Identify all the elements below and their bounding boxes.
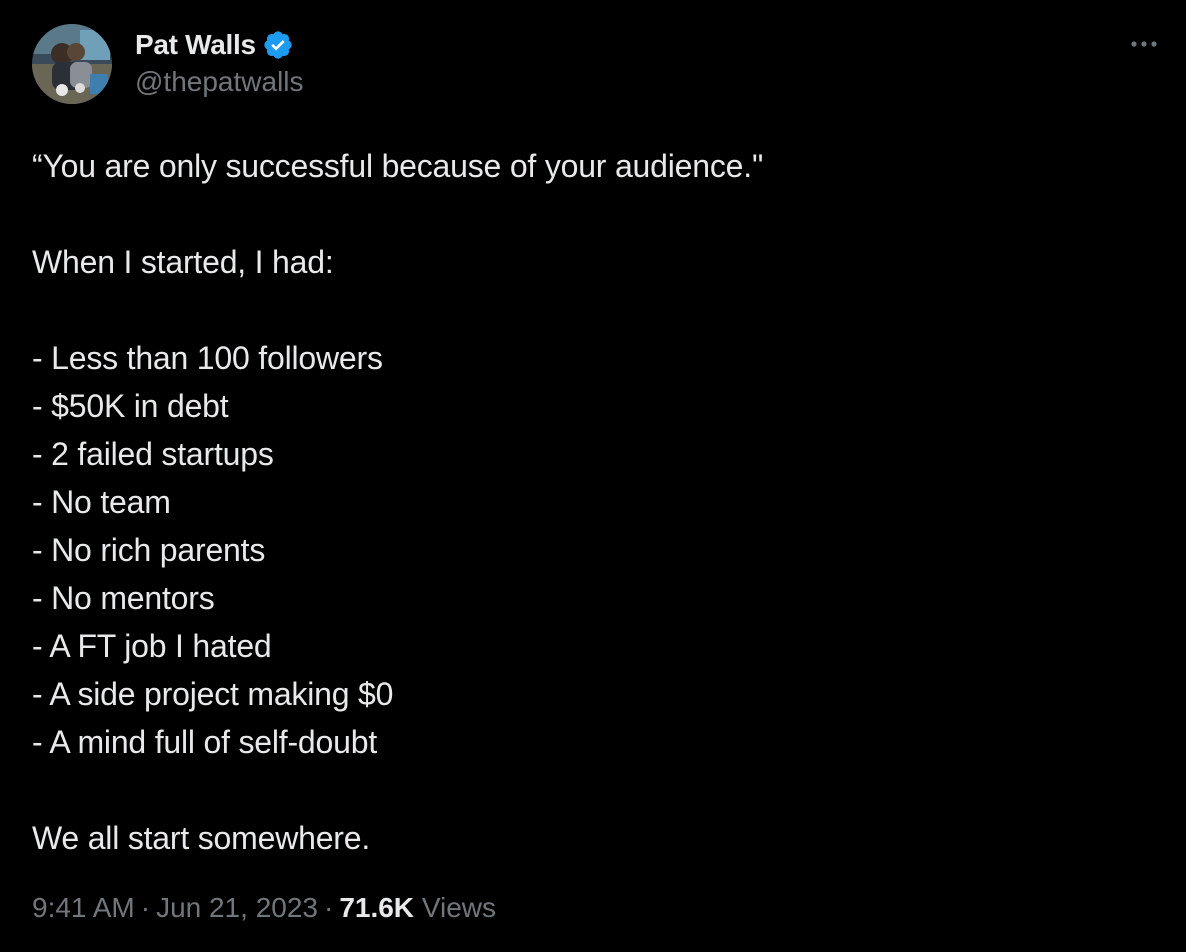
tweet-meta: 9:41 AM · Jun 21, 2023 · 71.6K Views [32, 892, 496, 924]
meta-separator: · [140, 892, 151, 923]
list-item: - A mind full of self-doubt [32, 724, 378, 760]
author-handle[interactable]: @thepatwalls [135, 66, 304, 98]
author-display-name[interactable]: Pat Walls [135, 29, 256, 61]
author-name-row: Pat Walls [135, 26, 294, 64]
list-item: - $50K in debt [32, 388, 229, 424]
author-avatar[interactable] [32, 24, 112, 104]
meta-separator: · [323, 892, 334, 923]
list-item: - No team [32, 484, 171, 520]
tweet-card: Pat Walls @thepatwalls “You are only suc… [0, 0, 1186, 952]
list-item: - No rich parents [32, 532, 266, 568]
tweet-time[interactable]: 9:41 AM [32, 892, 135, 924]
verified-badge-icon[interactable] [262, 29, 294, 61]
tweet-intro-line: When I started, I had: [32, 244, 334, 280]
list-item: - 2 failed startups [32, 436, 274, 472]
tweet-date[interactable]: Jun 21, 2023 [156, 892, 318, 924]
tweet-text: “You are only successful because of your… [32, 142, 1152, 862]
views-label: Views [414, 892, 496, 924]
tweet-quote-line: “You are only successful because of your… [32, 148, 764, 184]
more-dots-icon[interactable] [1126, 30, 1162, 58]
list-item: - Less than 100 followers [32, 340, 383, 376]
list-item: - A FT job I hated [32, 628, 272, 664]
views-count[interactable]: 71.6K [339, 892, 414, 924]
list-item: - No mentors [32, 580, 215, 616]
views-label-text: Views [421, 892, 496, 923]
list-item: - A side project making $0 [32, 676, 394, 712]
avatar-photo-icon [32, 24, 112, 104]
tweet-closing-line: We all start somewhere. [32, 820, 371, 856]
